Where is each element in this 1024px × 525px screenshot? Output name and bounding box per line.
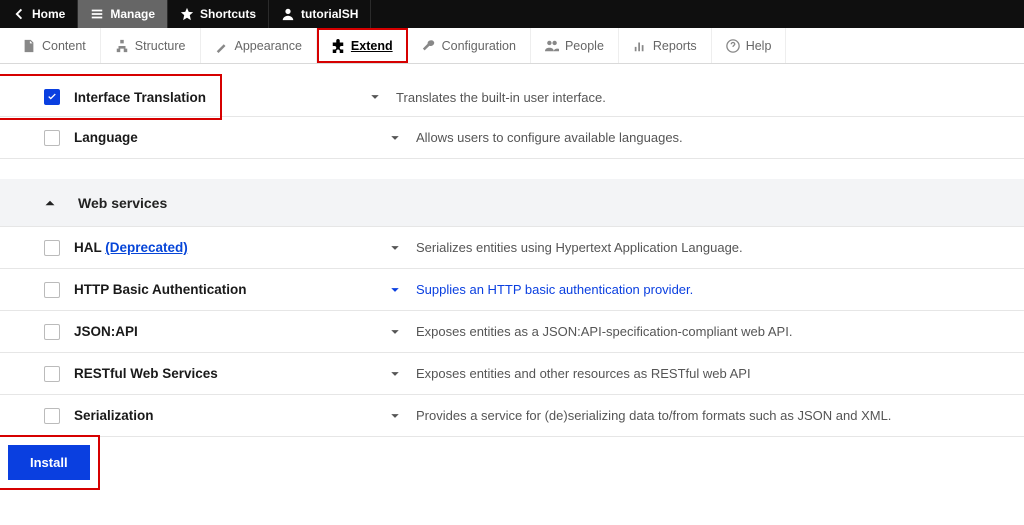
module-name: JSON:API: [74, 324, 374, 339]
admin-toolbar: Home Manage Shortcuts tutorialSH: [0, 0, 1024, 28]
module-desc: Exposes entities as a JSON:API-specifica…: [416, 324, 792, 339]
tab-people-label: People: [565, 39, 604, 53]
tab-reports[interactable]: Reports: [619, 28, 712, 63]
chevron-down-icon[interactable]: [388, 285, 402, 295]
module-row-jsonapi[interactable]: JSON:API Exposes entities as a JSON:API-…: [0, 311, 1024, 353]
star-icon: [180, 7, 194, 21]
install-button-highlight: Install: [0, 437, 98, 488]
install-button[interactable]: Install: [8, 445, 90, 480]
checkbox-language[interactable]: [44, 130, 60, 146]
modules-list: Interface Translation Translates the bui…: [0, 64, 1024, 518]
checkbox-http-basic[interactable]: [44, 282, 60, 298]
chevron-up-icon: [44, 197, 58, 209]
module-desc: Supplies an HTTP basic authentication pr…: [416, 282, 693, 297]
module-desc: Serializes entities using Hypertext Appl…: [416, 240, 743, 255]
toolbar-shortcuts-label: Shortcuts: [200, 7, 256, 21]
tab-content-label: Content: [42, 39, 86, 53]
toolbar-user[interactable]: tutorialSH: [269, 0, 371, 28]
module-name: Language: [74, 130, 374, 145]
tab-configuration-label: Configuration: [442, 39, 516, 53]
module-row-language[interactable]: Language Allows users to configure avail…: [0, 117, 1024, 159]
checkbox-interface-translation[interactable]: [44, 89, 60, 105]
chevron-down-icon[interactable]: [388, 411, 402, 421]
tab-extend[interactable]: Extend: [317, 28, 408, 63]
tab-people[interactable]: People: [531, 28, 619, 63]
toolbar-manage-label: Manage: [110, 7, 155, 21]
checkbox-hal[interactable]: [44, 240, 60, 256]
help-icon: [726, 39, 740, 53]
wrench-icon: [422, 39, 436, 53]
module-row-hal[interactable]: HAL (Deprecated) Serializes entities usi…: [0, 227, 1024, 269]
tab-help[interactable]: Help: [712, 28, 787, 63]
chart-icon: [633, 39, 647, 53]
module-row-rest[interactable]: RESTful Web Services Exposes entities an…: [0, 353, 1024, 395]
chevron-down-icon[interactable]: [388, 133, 402, 143]
module-row-http-basic-auth[interactable]: HTTP Basic Authentication Supplies an HT…: [0, 269, 1024, 311]
puzzle-icon: [331, 39, 345, 53]
checkbox-rest[interactable]: [44, 366, 60, 382]
chevron-down-icon[interactable]: [388, 369, 402, 379]
deprecated-link[interactable]: (Deprecated): [105, 240, 188, 255]
menu-icon: [90, 7, 104, 21]
module-group-web-services[interactable]: Web services: [0, 179, 1024, 227]
module-name: Serialization: [74, 408, 374, 423]
module-name: HAL (Deprecated): [74, 240, 374, 255]
chevron-down-icon[interactable]: [388, 327, 402, 337]
tab-content[interactable]: Content: [8, 28, 101, 63]
tab-configuration[interactable]: Configuration: [408, 28, 531, 63]
chevron-down-icon[interactable]: [368, 92, 382, 102]
module-name: Interface Translation: [74, 90, 206, 105]
toolbar-home[interactable]: Home: [0, 0, 78, 28]
toolbar-manage[interactable]: Manage: [78, 0, 168, 28]
toolbar-home-label: Home: [32, 7, 65, 21]
chevron-left-icon: [12, 7, 26, 21]
module-desc: Provides a service for (de)serializing d…: [416, 408, 891, 423]
admin-tabs: Content Structure Appearance Extend Conf…: [0, 28, 1024, 64]
checkbox-serialization[interactable]: [44, 408, 60, 424]
tab-structure-label: Structure: [135, 39, 186, 53]
tab-appearance[interactable]: Appearance: [201, 28, 317, 63]
wand-icon: [215, 39, 229, 53]
tab-extend-label: Extend: [351, 39, 393, 53]
tab-appearance-label: Appearance: [235, 39, 302, 53]
module-desc: Translates the built-in user interface.: [396, 90, 606, 105]
toolbar-shortcuts[interactable]: Shortcuts: [168, 0, 269, 28]
tab-help-label: Help: [746, 39, 772, 53]
tab-reports-label: Reports: [653, 39, 697, 53]
document-icon: [22, 39, 36, 53]
structure-icon: [115, 39, 129, 53]
module-desc: Allows users to configure available lang…: [416, 130, 683, 145]
module-desc: Exposes entities and other resources as …: [416, 366, 751, 381]
checkbox-jsonapi[interactable]: [44, 324, 60, 340]
group-title: Web services: [78, 195, 167, 211]
module-desc-row: Translates the built-in user interface.: [220, 76, 1024, 118]
module-name: HTTP Basic Authentication: [74, 282, 374, 297]
user-icon: [281, 7, 295, 21]
chevron-down-icon[interactable]: [388, 243, 402, 253]
people-icon: [545, 39, 559, 53]
module-row-serialization[interactable]: Serialization Provides a service for (de…: [0, 395, 1024, 437]
toolbar-user-label: tutorialSH: [301, 7, 358, 21]
module-row-interface-translation[interactable]: Interface Translation: [0, 76, 220, 118]
module-name: RESTful Web Services: [74, 366, 374, 381]
tab-structure[interactable]: Structure: [101, 28, 201, 63]
